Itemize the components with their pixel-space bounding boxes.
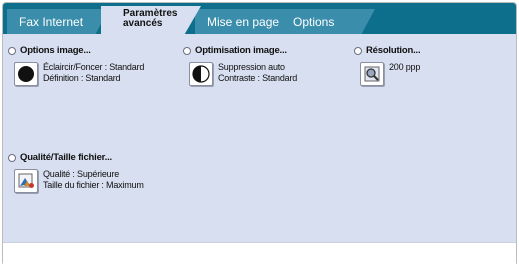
tab-label: Paramètres avancés (123, 8, 178, 29)
settings-panel: Options image... Éclaircir/Foncer : Stan… (3, 34, 516, 242)
image-options-header[interactable]: Options image... (8, 45, 144, 56)
quality-size-title: Qualité/Taille fichier... (20, 152, 112, 163)
resolution-button[interactable] (360, 62, 384, 86)
radio-icon (354, 46, 362, 55)
image-optimization-button[interactable] (189, 62, 213, 86)
group-quality-size: Qualité/Taille fichier... Qualité : Supé… (8, 152, 144, 193)
resolution-value: 200 ppp (389, 62, 421, 72)
image-options-line1: Éclaircir/Foncer : Standard (43, 62, 145, 72)
image-options-button[interactable] (14, 62, 38, 86)
tab-mise-en-page[interactable]: Mise en page (195, 9, 299, 35)
image-optimization-line2: Contraste : Standard (218, 72, 298, 83)
magnifier-icon (364, 66, 380, 82)
tab-parametres-avances[interactable]: Paramètres avancés (101, 6, 201, 37)
group-resolution: Résolution... 200 ppp (354, 45, 421, 86)
quality-size-button[interactable] (14, 169, 38, 193)
quality-size-header[interactable]: Qualité/Taille fichier... (8, 152, 144, 163)
quality-size-line2: Taille du fichier : Maximum (43, 179, 144, 190)
resolution-header[interactable]: Résolution... (354, 45, 421, 56)
radio-icon (183, 46, 191, 55)
tab-fax-internet[interactable]: Fax Internet (7, 9, 109, 35)
image-quality-icon (18, 173, 34, 188)
radio-icon (8, 46, 16, 55)
tab-bar: Fax Internet Options Mise en page Paramè… (3, 3, 516, 37)
image-options-line2: Définition : Standard (43, 72, 121, 83)
image-options-title: Options image... (20, 45, 91, 56)
quality-size-line1: Qualité : Supérieure (43, 169, 120, 179)
image-optimization-title: Optimisation image... (195, 45, 287, 56)
group-image-optimization: Optimisation image... Suppression auto C… (183, 45, 297, 86)
footer-strip (3, 242, 516, 266)
image-optimization-line1: Suppression auto (218, 62, 285, 72)
half-circle-contrast-icon (192, 65, 210, 83)
image-optimization-header[interactable]: Optimisation image... (183, 45, 297, 56)
contrast-circle-icon (18, 66, 34, 82)
resolution-title: Résolution... (366, 45, 421, 56)
group-image-options: Options image... Éclaircir/Foncer : Stan… (8, 45, 144, 86)
radio-icon (8, 153, 16, 162)
